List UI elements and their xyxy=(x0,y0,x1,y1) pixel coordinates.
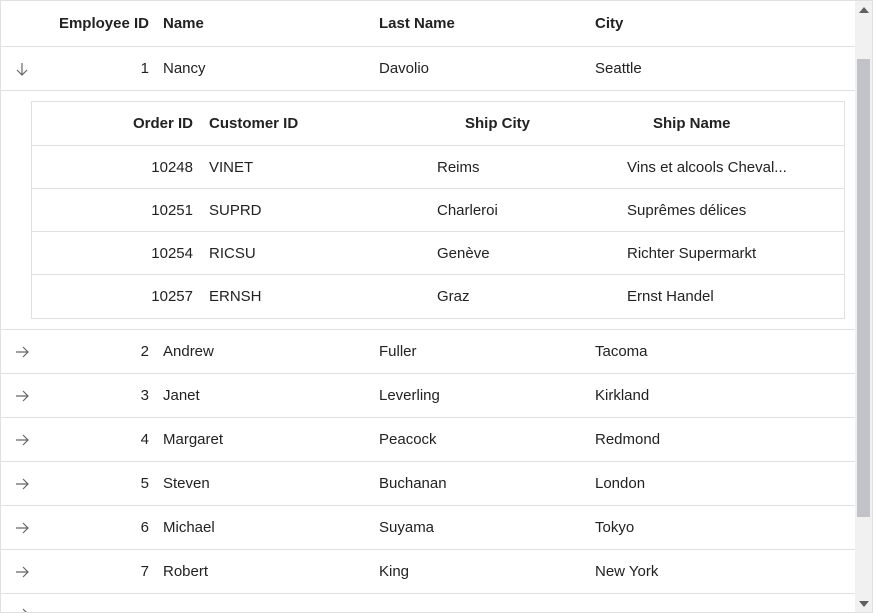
cell-last-name: Suyama xyxy=(379,519,595,536)
cell-employee-id: 4 xyxy=(43,431,163,448)
arrow-down-icon xyxy=(14,61,30,77)
scrollbar-down-button[interactable] xyxy=(855,595,872,612)
expand-button[interactable] xyxy=(1,594,43,612)
cell-employee-id: 7 xyxy=(43,563,163,580)
cell-city: New York xyxy=(595,563,855,580)
scrollbar-up-button[interactable] xyxy=(855,1,872,18)
table-row[interactable]: 2 Andrew Fuller Tacoma xyxy=(1,330,855,374)
detail-col-header-ship-name[interactable]: Ship Name xyxy=(627,115,844,132)
cell-city: Seattle xyxy=(595,60,855,77)
arrow-right-icon xyxy=(14,432,30,448)
detail-cell-order-id: 10248 xyxy=(32,159,207,176)
cell-name: Steven xyxy=(163,475,379,492)
detail-cell-ship-city: Charleroi xyxy=(437,202,627,219)
cell-last-name: Buchanan xyxy=(379,475,595,492)
arrow-right-icon xyxy=(14,520,30,536)
detail-cell-order-id: 10254 xyxy=(32,245,207,262)
detail-row[interactable]: 10254 RICSU Genève Richter Supermarkt xyxy=(32,232,844,275)
detail-grid: Order ID Customer ID Ship City Ship Name… xyxy=(31,101,845,319)
cell-name: Nancy xyxy=(163,60,379,77)
detail-header-row: Order ID Customer ID Ship City Ship Name xyxy=(32,102,844,146)
cell-employee-id: 2 xyxy=(43,343,163,360)
arrow-right-icon xyxy=(14,564,30,580)
col-header-city[interactable]: City xyxy=(595,15,855,32)
expand-button[interactable] xyxy=(1,432,43,448)
detail-row[interactable]: 10248 VINET Reims Vins et alcools Cheval… xyxy=(32,146,844,189)
col-header-employee-id[interactable]: Employee ID xyxy=(43,15,163,32)
table-row[interactable]: 8 Laura Callahan Paris xyxy=(1,594,855,612)
cell-city: London xyxy=(595,475,855,492)
cell-name: Robert xyxy=(163,563,379,580)
table-row[interactable]: 1 Nancy Davolio Seattle xyxy=(1,47,855,91)
detail-cell-ship-name: Suprêmes délices xyxy=(627,202,844,219)
table-row[interactable]: 6 Michael Suyama Tokyo xyxy=(1,506,855,550)
detail-cell-customer-id: VINET xyxy=(207,159,437,176)
cell-employee-id: 5 xyxy=(43,475,163,492)
detail-row[interactable]: 10251 SUPRD Charleroi Suprêmes délices xyxy=(32,189,844,232)
detail-cell-order-id: 10251 xyxy=(32,202,207,219)
grid-viewport: Employee ID Name Last Name City 1 Nancy … xyxy=(1,1,855,612)
detail-cell-ship-city: Reims xyxy=(437,159,627,176)
cell-city: Redmond xyxy=(595,431,855,448)
detail-panel: Order ID Customer ID Ship City Ship Name… xyxy=(1,91,855,330)
expand-button[interactable] xyxy=(1,344,43,360)
cell-city: Paris xyxy=(595,594,855,612)
expand-button[interactable] xyxy=(1,476,43,492)
detail-cell-ship-name: Ernst Handel xyxy=(627,288,844,305)
collapse-button[interactable] xyxy=(1,61,43,77)
table-row[interactable]: 3 Janet Leverling Kirkland xyxy=(1,374,855,418)
cell-last-name: Callahan xyxy=(379,594,595,612)
cell-name: Andrew xyxy=(163,343,379,360)
expand-button[interactable] xyxy=(1,520,43,536)
scrollbar-thumb[interactable] xyxy=(857,59,870,517)
detail-cell-ship-city: Genève xyxy=(437,245,627,262)
arrow-right-icon xyxy=(14,476,30,492)
vertical-scrollbar[interactable] xyxy=(855,1,872,612)
cell-city: Kirkland xyxy=(595,387,855,404)
detail-row[interactable]: 10257 ERNSH Graz Ernst Handel xyxy=(32,275,844,318)
cell-name: Michael xyxy=(163,519,379,536)
detail-col-header-customer-id[interactable]: Customer ID xyxy=(207,115,437,132)
table-row[interactable]: 4 Margaret Peacock Redmond xyxy=(1,418,855,462)
column-header-row: Employee ID Name Last Name City xyxy=(1,1,855,47)
arrow-right-icon xyxy=(14,344,30,360)
caret-up-icon xyxy=(859,7,869,13)
data-grid: Employee ID Name Last Name City 1 Nancy … xyxy=(0,0,873,613)
detail-cell-order-id: 10257 xyxy=(32,288,207,305)
detail-col-header-order-id[interactable]: Order ID xyxy=(32,115,207,132)
cell-city: Tacoma xyxy=(595,343,855,360)
cell-last-name: Fuller xyxy=(379,343,595,360)
detail-cell-ship-name: Vins et alcools Cheval... xyxy=(627,159,844,176)
detail-cell-ship-name: Richter Supermarkt xyxy=(627,245,844,262)
detail-cell-customer-id: RICSU xyxy=(207,245,437,262)
detail-cell-ship-city: Graz xyxy=(437,288,627,305)
detail-cell-customer-id: ERNSH xyxy=(207,288,437,305)
cell-employee-id: 3 xyxy=(43,387,163,404)
cell-city: Tokyo xyxy=(595,519,855,536)
expand-button[interactable] xyxy=(1,564,43,580)
cell-last-name: King xyxy=(379,563,595,580)
arrow-right-icon xyxy=(14,606,30,612)
col-header-last-name[interactable]: Last Name xyxy=(379,15,595,32)
cell-employee-id: 1 xyxy=(43,60,163,77)
table-row[interactable]: 7 Robert King New York xyxy=(1,550,855,594)
cell-name: Margaret xyxy=(163,431,379,448)
table-row[interactable]: 5 Steven Buchanan London xyxy=(1,462,855,506)
cell-employee-id: 8 xyxy=(43,594,163,612)
cell-last-name: Leverling xyxy=(379,387,595,404)
cell-name: Janet xyxy=(163,387,379,404)
cell-last-name: Davolio xyxy=(379,60,595,77)
col-header-name[interactable]: Name xyxy=(163,15,379,32)
cell-employee-id: 6 xyxy=(43,519,163,536)
expand-button[interactable] xyxy=(1,388,43,404)
detail-cell-customer-id: SUPRD xyxy=(207,202,437,219)
detail-col-header-ship-city[interactable]: Ship City xyxy=(437,115,627,132)
caret-down-icon xyxy=(859,601,869,607)
arrow-right-icon xyxy=(14,388,30,404)
cell-name: Laura xyxy=(163,594,379,612)
cell-last-name: Peacock xyxy=(379,431,595,448)
